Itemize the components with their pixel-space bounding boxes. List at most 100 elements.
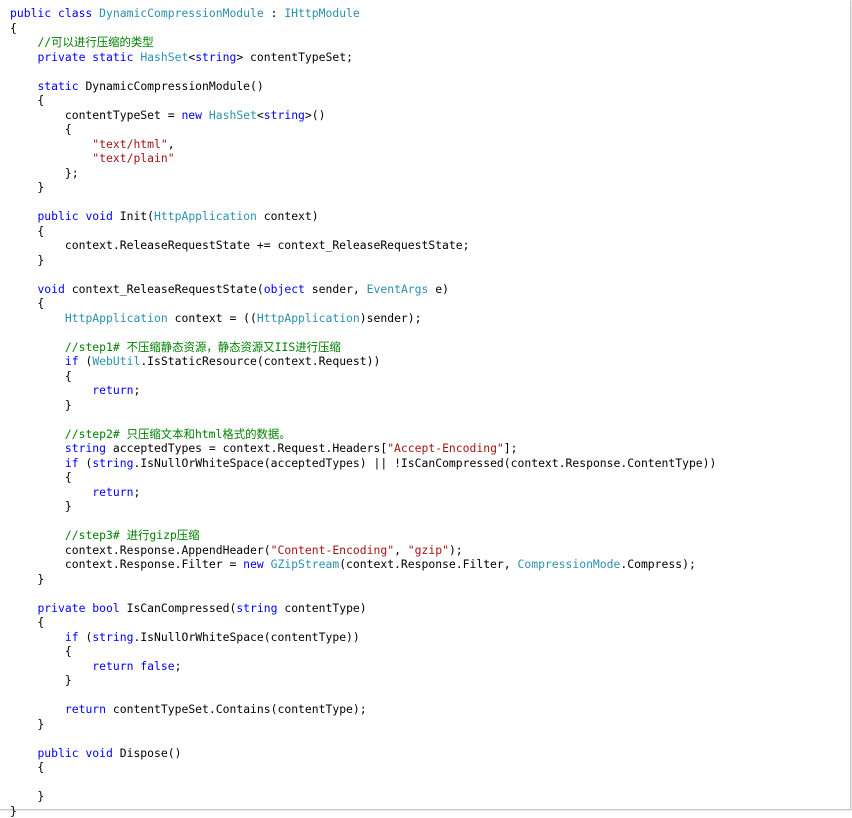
type-token: IHttpModule <box>284 6 359 20</box>
keyword-token: new <box>181 108 208 122</box>
code-line: static DynamicCompressionModule() <box>10 79 716 94</box>
code-token: )sender); <box>360 311 422 325</box>
keyword-token: return <box>65 702 113 716</box>
code-line: "text/html", <box>10 137 716 152</box>
type-token: HashSet <box>140 50 188 64</box>
keyword-token: static <box>37 79 85 93</box>
code-line: return false; <box>10 659 716 674</box>
code-line: if (string.IsNullOrWhiteSpace(contentTyp… <box>10 630 716 645</box>
code-token: contentType) <box>284 601 366 615</box>
code-line: }; <box>10 166 716 181</box>
string-token: "gzip" <box>408 543 449 557</box>
code-token: , <box>168 137 175 151</box>
code-line: { <box>10 224 716 239</box>
string-token: "text/plain" <box>92 151 174 165</box>
string-token: "Content-Encoding" <box>271 543 394 557</box>
code-line: { <box>10 21 716 36</box>
keyword-token: string <box>264 108 305 122</box>
code-line <box>10 195 716 210</box>
code-line <box>10 514 716 529</box>
type-token: WebUtil <box>92 354 140 368</box>
code-line <box>10 267 716 282</box>
type-token: HttpApplication <box>257 311 360 325</box>
code-token <box>10 746 37 760</box>
keyword-token: if <box>65 354 86 368</box>
keyword-token: public void <box>37 746 119 760</box>
code-token: Init( <box>120 209 154 223</box>
code-line: void context_ReleaseRequestState(object … <box>10 282 716 297</box>
keyword-token: string <box>236 601 284 615</box>
code-token: .IsStaticResource(context.Request)) <box>140 354 380 368</box>
code-token: e) <box>428 282 449 296</box>
code-line <box>10 586 716 601</box>
code-token <box>10 35 37 49</box>
code-token: } <box>10 789 44 803</box>
type-token: EventArgs <box>367 282 429 296</box>
code-line: public class DynamicCompressionModule : … <box>10 6 716 21</box>
keyword-token: string <box>92 456 133 470</box>
code-line <box>10 688 716 703</box>
code-token: { <box>10 470 72 484</box>
code-token <box>10 601 37 615</box>
comment-token: //可以进行压缩的类型 <box>37 35 153 49</box>
code-token <box>10 485 92 499</box>
code-token: >() <box>305 108 326 122</box>
comment-token: //step3# 进行gizp压缩 <box>65 528 200 542</box>
code-line: if (WebUtil.IsStaticResource(context.Req… <box>10 354 716 369</box>
code-line: } <box>10 717 716 732</box>
keyword-token: if <box>65 456 86 470</box>
code-token: > contentTypeSet; <box>236 50 353 64</box>
code-line: { <box>10 470 716 485</box>
code-token: ]; <box>504 441 518 455</box>
keyword-token: public void <box>37 209 119 223</box>
code-token: { <box>10 760 44 774</box>
keyword-token: return false <box>92 659 174 673</box>
code-line: public void Dispose() <box>10 746 716 761</box>
code-token: { <box>10 21 17 35</box>
keyword-token: void <box>37 282 71 296</box>
comment-token: //step2# 只压缩文本和html格式的数据。 <box>65 427 291 441</box>
code-line <box>10 64 716 79</box>
code-token: { <box>10 296 44 310</box>
code-token <box>10 427 65 441</box>
keyword-token: private static <box>37 50 140 64</box>
code-line: context.Response.AppendHeader("Content-E… <box>10 543 716 558</box>
code-line: { <box>10 93 716 108</box>
code-line: { <box>10 122 716 137</box>
code-line: } <box>10 180 716 195</box>
code-line <box>10 412 716 427</box>
code-token: context) <box>257 209 319 223</box>
code-token <box>10 340 65 354</box>
code-token: ; <box>175 659 182 673</box>
code-token <box>10 50 37 64</box>
code-line: //step3# 进行gizp压缩 <box>10 528 716 543</box>
code-token: context.ReleaseRequestState += context_R… <box>10 238 469 252</box>
code-line <box>10 325 716 340</box>
code-line: { <box>10 296 716 311</box>
code-line: string acceptedTypes = context.Request.H… <box>10 441 716 456</box>
code-token <box>10 702 65 716</box>
code-line: { <box>10 615 716 630</box>
code-token: { <box>10 644 72 658</box>
code-token: } <box>10 253 44 267</box>
code-token <box>10 354 65 368</box>
type-token: CompressionMode <box>518 557 621 571</box>
code-line: if (string.IsNullOrWhiteSpace(acceptedTy… <box>10 456 716 471</box>
type-token: DynamicCompressionModule <box>99 6 264 20</box>
code-token: { <box>10 224 44 238</box>
code-token <box>10 659 92 673</box>
code-line: { <box>10 760 716 775</box>
code-line: public void Init(HttpApplication context… <box>10 209 716 224</box>
code-token: { <box>10 369 72 383</box>
code-line: HttpApplication context = ((HttpApplicat… <box>10 311 716 326</box>
code-token: , <box>394 543 408 557</box>
code-line: } <box>10 789 716 804</box>
code-token: { <box>10 615 44 629</box>
keyword-token: new <box>243 557 270 571</box>
code-line: //可以进行压缩的类型 <box>10 35 716 50</box>
keyword-token: object <box>264 282 312 296</box>
code-line: } <box>10 673 716 688</box>
code-line: return; <box>10 383 716 398</box>
code-line: { <box>10 644 716 659</box>
code-token: } <box>10 180 44 194</box>
